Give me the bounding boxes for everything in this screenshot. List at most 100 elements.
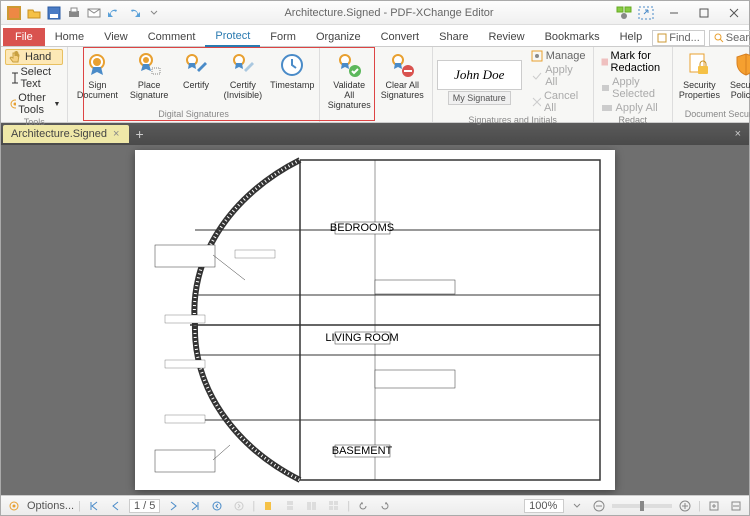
prev-page-button[interactable] bbox=[107, 498, 125, 514]
ribbon-badge-icon bbox=[83, 51, 111, 79]
other-tools[interactable]: Other Tools▼ bbox=[5, 91, 63, 117]
zoom-in-button[interactable] bbox=[676, 498, 694, 514]
clock-icon bbox=[278, 51, 306, 79]
layout-continuous-icon[interactable] bbox=[281, 498, 299, 514]
options-gear-icon[interactable] bbox=[5, 498, 23, 514]
fit-page-icon[interactable] bbox=[705, 498, 723, 514]
app-icon[interactable] bbox=[5, 4, 23, 22]
add-tab-button[interactable]: + bbox=[129, 126, 149, 142]
mail-icon[interactable] bbox=[85, 4, 103, 22]
tab-view[interactable]: View bbox=[94, 28, 138, 46]
menu-tabs: File Home View Comment Protect Form Orga… bbox=[1, 25, 749, 47]
security-properties-button[interactable]: Security Properties bbox=[677, 49, 722, 109]
first-page-button[interactable] bbox=[85, 498, 103, 514]
tab-form[interactable]: Form bbox=[260, 28, 306, 46]
search-box[interactable]: Search... bbox=[709, 30, 750, 46]
sign-document-button[interactable]: Sign Document bbox=[72, 49, 122, 109]
search-label: Search... bbox=[726, 32, 750, 44]
tab-comment[interactable]: Comment bbox=[138, 28, 206, 46]
tab-convert[interactable]: Convert bbox=[371, 28, 430, 46]
rotate-cw-icon[interactable] bbox=[376, 498, 394, 514]
prev-view-button[interactable] bbox=[208, 498, 226, 514]
timestamp-button[interactable]: Timestamp bbox=[270, 49, 315, 109]
ribbon-place-icon bbox=[135, 51, 163, 79]
quick-access-toolbar bbox=[1, 4, 163, 22]
maximize-button[interactable] bbox=[689, 2, 719, 24]
signature-preview[interactable]: John Doe bbox=[437, 60, 522, 90]
minimize-button[interactable] bbox=[659, 2, 689, 24]
save-icon[interactable] bbox=[45, 4, 63, 22]
rotate-ccw-icon[interactable] bbox=[354, 498, 372, 514]
close-button[interactable] bbox=[719, 2, 749, 24]
find-box[interactable]: Find... bbox=[652, 30, 705, 46]
clear-icon bbox=[388, 51, 416, 79]
last-page-button[interactable] bbox=[186, 498, 204, 514]
svg-text:BASEMENT: BASEMENT bbox=[332, 445, 393, 457]
tab-share[interactable]: Share bbox=[429, 28, 478, 46]
mark-redaction[interactable]: Mark for Redaction bbox=[598, 49, 669, 75]
zoom-dropdown-icon[interactable] bbox=[568, 498, 586, 514]
gear-icon bbox=[8, 98, 16, 110]
launch-icon[interactable] bbox=[637, 4, 655, 22]
redo-icon[interactable] bbox=[125, 4, 143, 22]
layout-single-icon[interactable] bbox=[259, 498, 277, 514]
layout-facing-cont-icon[interactable] bbox=[325, 498, 343, 514]
svg-text:LIVING ROOM: LIVING ROOM bbox=[325, 332, 398, 344]
certify-invisible-button[interactable]: Certify (Invisible) bbox=[218, 49, 268, 109]
tab-home[interactable]: Home bbox=[45, 28, 94, 46]
qat-dropdown-icon[interactable] bbox=[145, 4, 163, 22]
manage-icon bbox=[531, 50, 543, 62]
document-tab[interactable]: Architecture.Signed × bbox=[3, 125, 129, 143]
tab-organize[interactable]: Organize bbox=[306, 28, 371, 46]
digsig-label: Digital Signatures bbox=[158, 109, 229, 120]
my-signature-button[interactable]: My Signature bbox=[448, 91, 511, 105]
apply-all-redaction: Apply All bbox=[598, 101, 661, 115]
tab-bookmarks[interactable]: Bookmarks bbox=[535, 28, 610, 46]
signatures-initials-group: John Doe My Signature Manage Apply All C… bbox=[433, 47, 594, 122]
zoom-out-button[interactable] bbox=[590, 498, 608, 514]
file-tab[interactable]: File bbox=[3, 28, 45, 46]
close-tab-icon[interactable]: × bbox=[113, 128, 119, 140]
zoom-slider[interactable] bbox=[612, 504, 672, 508]
zoom-field[interactable]: 100% bbox=[524, 499, 564, 513]
status-bar: Options... | 1 / 5 | | 100% | bbox=[1, 495, 749, 515]
select-text-tool[interactable]: Select Text bbox=[5, 65, 63, 91]
ribbon: Hand Select Text Other Tools▼ Tools Sign… bbox=[1, 47, 749, 123]
open-icon[interactable] bbox=[25, 4, 43, 22]
layout-facing-icon[interactable] bbox=[303, 498, 321, 514]
title-bar: Architecture.Signed - PDF-XChange Editor bbox=[1, 1, 749, 25]
document-page: BEDROOMS LIVING ROOM BASEMENT bbox=[135, 150, 615, 490]
svg-text:BEDROOMS: BEDROOMS bbox=[330, 222, 394, 234]
window-controls bbox=[659, 2, 749, 24]
options-label[interactable]: Options... bbox=[27, 500, 74, 512]
text-cursor-icon bbox=[8, 72, 18, 84]
document-viewport[interactable]: BEDROOMS LIVING ROOM BASEMENT bbox=[1, 145, 749, 495]
manage-signatures[interactable]: Manage bbox=[528, 49, 589, 63]
close-panel-icon[interactable]: × bbox=[727, 128, 749, 140]
tools-group: Hand Select Text Other Tools▼ Tools bbox=[1, 47, 68, 122]
validate-icon bbox=[335, 51, 363, 79]
next-view-button[interactable] bbox=[230, 498, 248, 514]
certify-button[interactable]: Certify bbox=[176, 49, 216, 109]
ui-options-icon[interactable] bbox=[615, 4, 633, 22]
redact-mark-icon bbox=[601, 56, 608, 68]
validate-clear-group: Validate All Signatures Clear All Signat… bbox=[320, 47, 433, 122]
apply-icon bbox=[531, 70, 542, 82]
redact-applyall-icon bbox=[601, 102, 613, 114]
clear-all-button[interactable]: Clear All Signatures bbox=[377, 49, 428, 112]
next-page-button[interactable] bbox=[164, 498, 182, 514]
validate-all-button[interactable]: Validate All Signatures bbox=[324, 49, 375, 112]
tab-review[interactable]: Review bbox=[478, 28, 534, 46]
tab-help[interactable]: Help bbox=[610, 28, 653, 46]
fit-width-icon[interactable] bbox=[727, 498, 745, 514]
cancel-all-signatures: Cancel All bbox=[528, 89, 589, 115]
undo-icon[interactable] bbox=[105, 4, 123, 22]
place-signature-button[interactable]: Place Signature bbox=[124, 49, 174, 109]
page-number-field[interactable]: 1 / 5 bbox=[129, 499, 160, 513]
hand-tool[interactable]: Hand bbox=[5, 49, 63, 65]
print-icon[interactable] bbox=[65, 4, 83, 22]
window-title: Architecture.Signed - PDF-XChange Editor bbox=[163, 7, 615, 19]
tab-protect[interactable]: Protect bbox=[205, 27, 260, 47]
security-policies-button[interactable]: Security Policies bbox=[724, 49, 750, 109]
siginit-label: Signatures and Initials bbox=[468, 115, 557, 126]
